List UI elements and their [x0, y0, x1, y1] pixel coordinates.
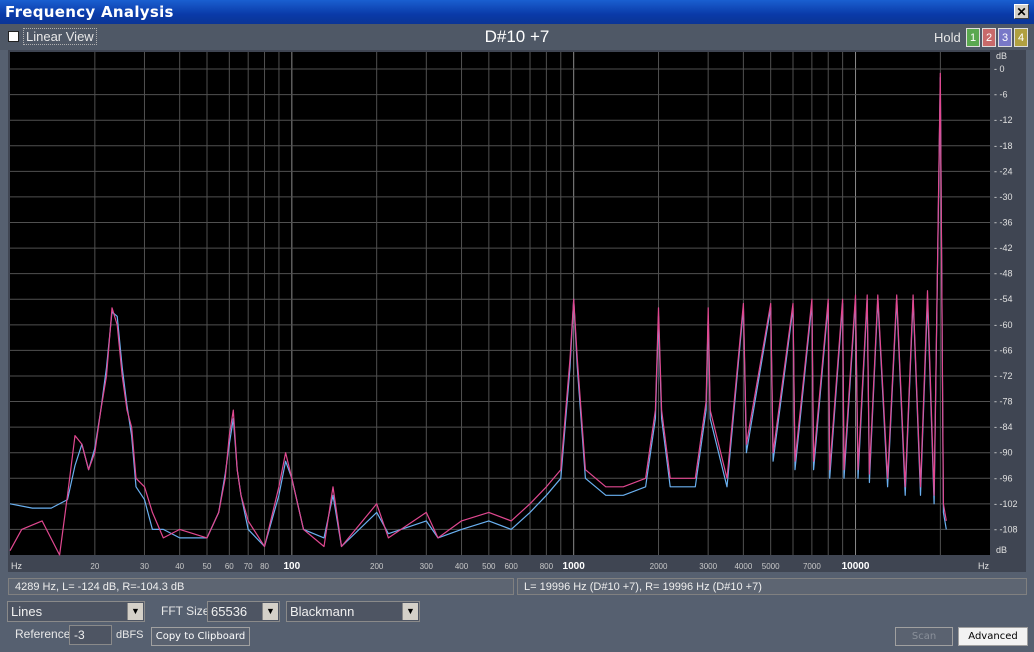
x-tick-label: 2000: [650, 562, 668, 571]
fft-size-label: FFT Size: [161, 604, 210, 618]
display-mode-select[interactable]: Lines ▼: [7, 601, 145, 622]
x-tick-label: 400: [455, 562, 469, 571]
chevron-down-icon[interactable]: ▼: [262, 603, 278, 620]
display-mode-value: Lines: [11, 604, 43, 619]
x-tick-label: 7000: [803, 562, 821, 571]
scan-button[interactable]: Scan: [895, 627, 953, 646]
y-tick-label: - -48: [994, 269, 1013, 279]
window-function-value: Blackmann: [290, 604, 355, 619]
x-tick-label: 1000: [563, 561, 586, 572]
y-tick-label: - -18: [994, 141, 1013, 151]
y-unit-label: dB: [996, 51, 1007, 61]
x-unit-label: Hz: [11, 561, 22, 571]
x-tick-label: 4000: [734, 562, 752, 571]
x-tick-label: 40: [175, 562, 184, 571]
x-tick-label: 3000: [699, 562, 717, 571]
x-tick-label: 800: [540, 562, 554, 571]
fft-size-value: 65536: [211, 604, 248, 619]
y-tick-label: - -36: [994, 218, 1013, 228]
reference-input[interactable]: -3: [69, 625, 112, 645]
x-tick-label: 20: [90, 562, 99, 571]
reference-label: Reference: [15, 627, 71, 641]
x-tick-label: 50: [203, 562, 212, 571]
y-tick-label: - -66: [994, 345, 1013, 355]
cursor-readout: 4289 Hz, L= -124 dB, R=-104.3 dB: [8, 578, 514, 595]
x-tick-label: 80: [260, 562, 269, 571]
spectrum-plot[interactable]: - 0 - -6 - -12 - -18 - -24 - -30 - -36 - -42 - -…: [8, 50, 1026, 572]
hold-button-4[interactable]: 4: [1014, 28, 1028, 47]
x-tick-label: 600: [504, 562, 518, 571]
y-tick-label: - -78: [994, 397, 1013, 407]
y-tick-label: - -102: [994, 499, 1018, 509]
y-tick-label: - 0: [994, 64, 1005, 74]
close-button[interactable]: ✕: [1014, 4, 1029, 19]
copy-to-clipboard-button[interactable]: Copy to Clipboard: [151, 627, 250, 646]
y-tick-label: - -108: [994, 524, 1018, 534]
y-tick-label: - -42: [994, 243, 1013, 253]
x-tick-label: 200: [370, 562, 384, 571]
y-tick-label: - -12: [994, 115, 1013, 125]
y-tick-label: - -96: [994, 473, 1013, 483]
peak-readout: L= 19996 Hz (D#10 +7), R= 19996 Hz (D#10…: [517, 578, 1027, 595]
fft-size-select[interactable]: 65536 ▼: [207, 601, 280, 622]
y-tick-label: - -54: [994, 294, 1013, 304]
x-tick-label: 10000: [842, 561, 870, 572]
window-title: Frequency Analysis: [5, 3, 174, 21]
window-function-select[interactable]: Blackmann ▼: [286, 601, 420, 622]
x-tick-label: 300: [420, 562, 434, 571]
chevron-down-icon[interactable]: ▼: [127, 603, 143, 620]
y-tick-label: - -24: [994, 166, 1013, 176]
x-unit-label-right: Hz: [978, 561, 989, 571]
x-tick-label: 70: [244, 562, 253, 571]
chevron-down-icon[interactable]: ▼: [402, 603, 418, 620]
reference-unit: dBFS: [116, 629, 144, 641]
y-tick-label: - -30: [994, 192, 1013, 202]
hold-label: Hold: [934, 30, 961, 45]
y-tick-label: - -90: [994, 448, 1013, 458]
title-bar: Frequency Analysis ✕: [0, 0, 1034, 24]
y-tick-label: - -84: [994, 422, 1013, 432]
x-tick-label: 100: [283, 561, 300, 572]
hold-button-3[interactable]: 3: [998, 28, 1012, 47]
advanced-button[interactable]: Advanced: [958, 627, 1028, 646]
y-unit-label-bottom: dB: [996, 545, 1007, 555]
y-tick-label: - -60: [994, 320, 1013, 330]
spectrum-chart-svg: - 0 - -6 - -12 - -18 - -24 - -30 - -36 - -42 - -…: [8, 50, 1026, 572]
y-tick-label: - -6: [994, 90, 1008, 100]
y-tick-label: - -72: [994, 371, 1013, 381]
x-tick-label: 500: [482, 562, 496, 571]
x-tick-label: 5000: [762, 562, 780, 571]
hold-button-1[interactable]: 1: [966, 28, 980, 47]
note-display: D#10 +7: [484, 27, 550, 46]
x-tick-label: 30: [140, 562, 149, 571]
x-tick-label: 60: [225, 562, 234, 571]
hold-button-2[interactable]: 2: [982, 28, 996, 47]
